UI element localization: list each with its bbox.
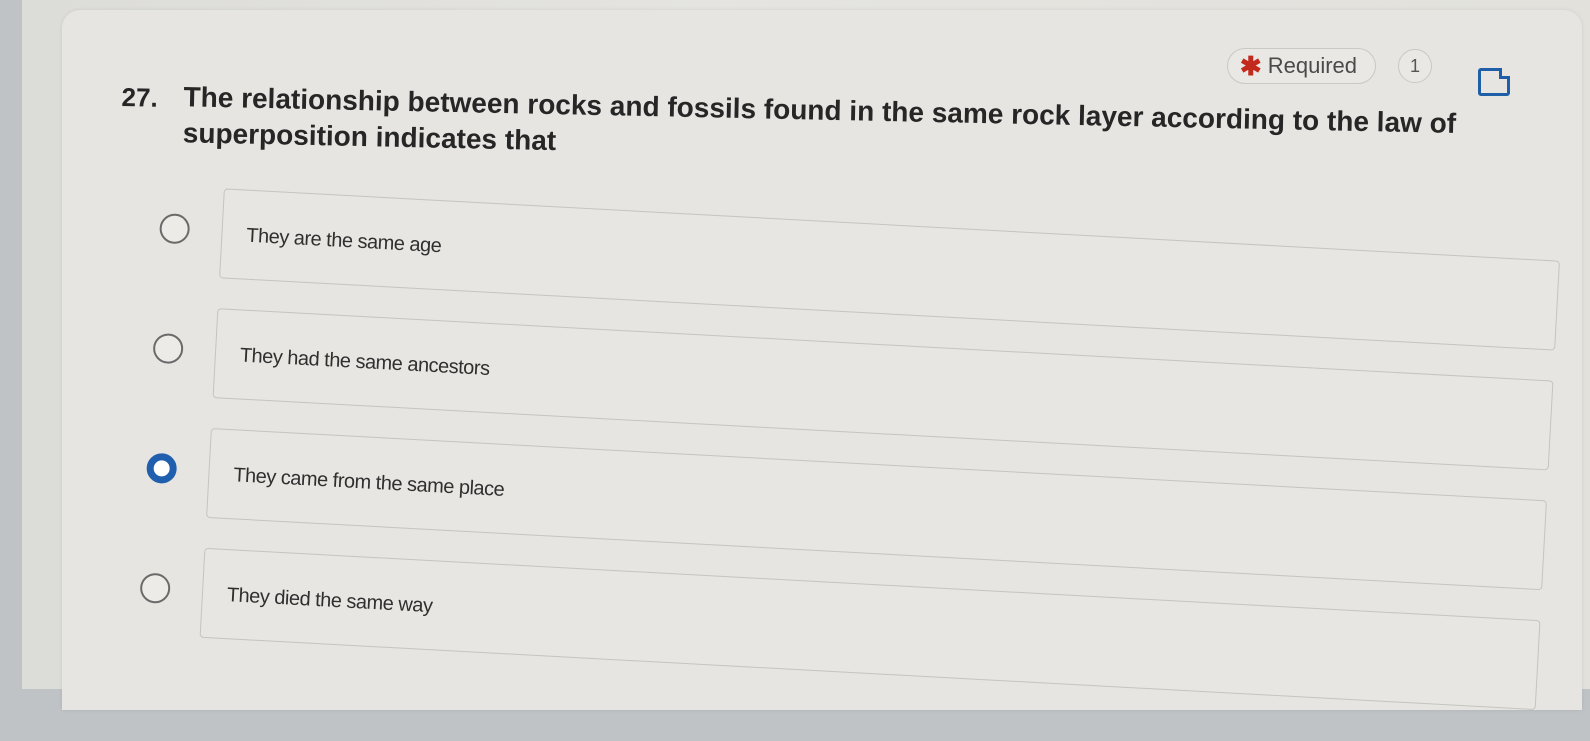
asterisk-icon: ✱ [1239, 51, 1262, 81]
answer-options: They are the same age They had the same … [136, 185, 1570, 741]
choice-label: They had the same ancestors [239, 344, 491, 380]
question-text: The relationship between rocks and fossi… [182, 81, 1457, 157]
bookmark-icon[interactable] [1478, 68, 1510, 96]
choice-label: They died the same way [226, 584, 433, 618]
radio-button-selected[interactable] [145, 452, 178, 485]
question-number: 27. [121, 81, 159, 113]
question-header: 27. The relationship between rocks and f… [120, 78, 1541, 180]
points-badge: 1 [1398, 49, 1432, 83]
required-badge: ✱ Required [1226, 48, 1376, 84]
screen: ✱ Required 1 27. The relationship betwee… [22, 0, 1590, 711]
choice-label: They came from the same place [232, 464, 505, 501]
question-card: ✱ Required 1 27. The relationship betwee… [62, 10, 1582, 711]
choice-label: They are the same age [245, 224, 442, 258]
radio-button[interactable] [158, 212, 191, 245]
radio-button[interactable] [139, 572, 171, 605]
radio-button[interactable] [152, 332, 184, 365]
required-label: Required [1267, 53, 1357, 78]
question-badges: ✱ Required 1 [1226, 48, 1432, 84]
